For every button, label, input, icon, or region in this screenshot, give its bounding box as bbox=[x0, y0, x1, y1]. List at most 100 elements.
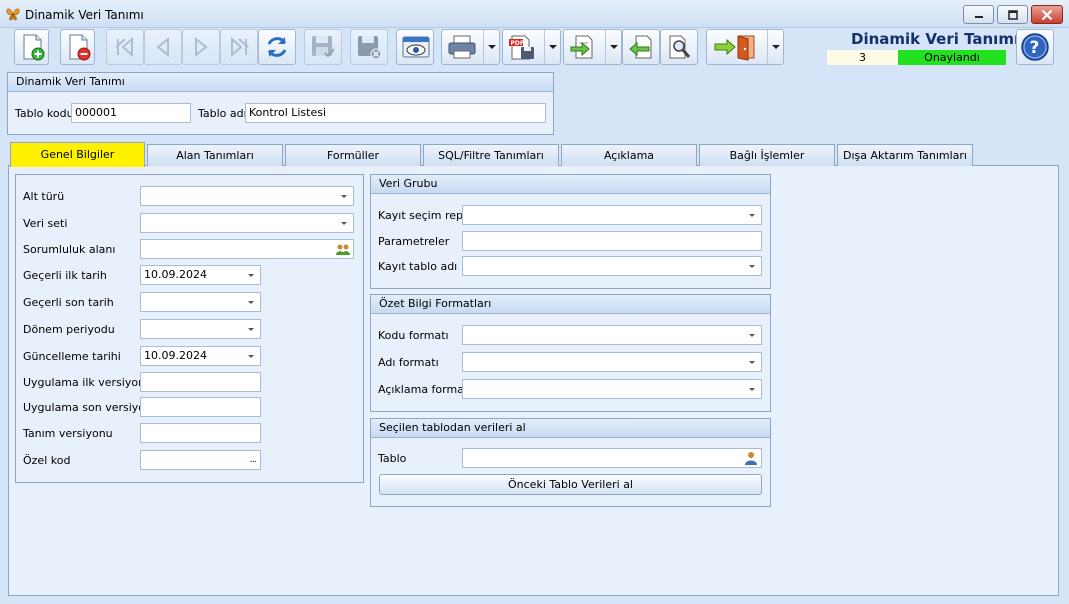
uygulama-son-versiyon-label: Uygulama son versiyon bbox=[23, 401, 152, 414]
uygulama-son-versiyon-input[interactable] bbox=[140, 397, 261, 417]
tab-aciklama[interactable]: Açıklama bbox=[561, 144, 697, 166]
save-cancel-icon bbox=[358, 36, 382, 60]
help-button[interactable]: ? bbox=[1016, 29, 1054, 65]
export-pdf-icon: PDF bbox=[509, 35, 534, 60]
window-title: Dinamik Veri Tanımı bbox=[25, 8, 144, 22]
onceki-tablo-verileri-al-button[interactable]: Önceki Tablo Verileri al bbox=[379, 474, 762, 495]
import-arrow-icon bbox=[629, 35, 652, 59]
tablo-label: Tablo bbox=[378, 452, 407, 465]
adi-formati-label: Adı formatı bbox=[378, 356, 439, 369]
ozel-kod-input[interactable]: ... bbox=[140, 450, 261, 470]
kayit-tablo-adi-combo[interactable] bbox=[462, 256, 762, 276]
aciklama-formati-combo[interactable] bbox=[462, 379, 762, 399]
kodu-formati-combo[interactable] bbox=[462, 325, 762, 345]
print-dropdown[interactable] bbox=[483, 30, 499, 64]
new-record-button[interactable] bbox=[14, 29, 49, 65]
save-icon bbox=[312, 36, 335, 58]
print-button[interactable] bbox=[441, 29, 500, 65]
parametreler-input[interactable] bbox=[462, 231, 762, 251]
save-button[interactable] bbox=[304, 29, 342, 65]
first-record-icon bbox=[115, 36, 133, 58]
aciklama-formati-label: Açıklama formatı bbox=[378, 383, 472, 396]
ellipsis-button[interactable]: ... bbox=[249, 451, 256, 469]
search-tools-button[interactable] bbox=[660, 29, 698, 65]
exit-door-icon bbox=[714, 35, 755, 61]
exit-button[interactable] bbox=[706, 29, 784, 65]
definition-group-title: Dinamik Veri Tanımı bbox=[8, 73, 553, 92]
tablo-adi-input[interactable]: Kontrol Listesi bbox=[245, 103, 546, 123]
status-badge: Onaylandı bbox=[898, 50, 1006, 65]
tablo-adi-label: Tablo adı bbox=[198, 107, 247, 120]
tab-bagli-islemler[interactable]: Bağlı İşlemler bbox=[699, 144, 835, 166]
kodu-formati-label: Kodu formatı bbox=[378, 329, 449, 342]
import-button[interactable] bbox=[622, 29, 660, 65]
next-record-icon bbox=[195, 36, 208, 58]
next-record-button[interactable] bbox=[182, 29, 220, 65]
users-lookup-icon[interactable] bbox=[335, 241, 351, 257]
veri-seti-combo[interactable] bbox=[140, 213, 354, 233]
tab-sql-filtre-tanimlari[interactable]: SQL/Filtre Tanımları bbox=[423, 144, 559, 166]
maximize-button[interactable] bbox=[997, 5, 1028, 24]
butterfly-app-icon bbox=[6, 8, 20, 21]
svg-text:?: ? bbox=[1030, 38, 1040, 58]
adi-formati-combo[interactable] bbox=[462, 352, 762, 372]
previous-record-icon bbox=[156, 36, 169, 58]
help-icon: ? bbox=[1021, 33, 1049, 61]
guncelleme-tarihi-input[interactable]: 10.09.2024 bbox=[140, 346, 261, 366]
preview-button[interactable] bbox=[396, 29, 434, 65]
alt-turu-label: Alt türü bbox=[23, 190, 65, 203]
svg-text:PDF: PDF bbox=[511, 40, 524, 47]
tablo-kodu-input[interactable]: 000001 bbox=[71, 103, 191, 123]
kayit-secim-repo-combo[interactable] bbox=[462, 205, 762, 225]
refresh-button[interactable] bbox=[258, 29, 296, 65]
tab-genel-bilgiler[interactable]: Genel Bilgiler bbox=[10, 142, 145, 167]
close-button[interactable] bbox=[1031, 5, 1063, 24]
ozel-kod-label: Özel kod bbox=[23, 454, 71, 467]
kayit-tablo-adi-label: Kayıt tablo adı bbox=[378, 260, 458, 273]
sorumluluk-alani-input[interactable] bbox=[140, 239, 354, 259]
document-transfer-button[interactable] bbox=[563, 29, 622, 65]
donem-periyodu-input[interactable] bbox=[140, 319, 261, 339]
delete-record-button[interactable] bbox=[60, 29, 95, 65]
minimize-icon bbox=[974, 15, 983, 18]
preview-icon bbox=[402, 36, 430, 58]
tanim-versiyonu-label: Tanım versiyonu bbox=[23, 427, 113, 440]
maximize-icon bbox=[1007, 9, 1018, 20]
export-pdf-button[interactable]: PDF bbox=[502, 29, 561, 65]
title-bar: Dinamik Veri Tanımı bbox=[0, 0, 1069, 28]
export-pdf-dropdown[interactable] bbox=[544, 30, 560, 64]
gecerli-son-tarih-label: Geçerli son tarih bbox=[23, 296, 114, 309]
alt-turu-combo[interactable] bbox=[140, 186, 354, 206]
gecerli-son-tarih-input[interactable] bbox=[140, 292, 261, 312]
parametreler-label: Parametreler bbox=[378, 235, 450, 248]
exit-dropdown[interactable] bbox=[767, 30, 783, 64]
guncelleme-tarihi-label: Güncelleme tarihi bbox=[23, 350, 121, 363]
new-document-icon bbox=[23, 34, 45, 61]
document-arrow-icon bbox=[570, 35, 593, 59]
minimize-button[interactable] bbox=[963, 5, 994, 24]
uygulama-ilk-versiyon-input[interactable] bbox=[140, 372, 261, 392]
tanim-versiyonu-input[interactable] bbox=[140, 423, 261, 443]
tab-formuller[interactable]: Formüller bbox=[285, 144, 421, 166]
save-cancel-button[interactable] bbox=[350, 29, 388, 65]
previous-record-button[interactable] bbox=[144, 29, 182, 65]
tab-disa-aktarim-tanimlari[interactable]: Dışa Aktarım Tanımları bbox=[837, 144, 973, 166]
uygulama-ilk-versiyon-label: Uygulama ilk versiyon bbox=[23, 376, 146, 389]
tablo-kodu-label: Tablo kodu bbox=[15, 107, 74, 120]
donem-periyodu-label: Dönem periyodu bbox=[23, 323, 115, 336]
tablo-lookup-input[interactable] bbox=[462, 448, 762, 468]
document-transfer-dropdown[interactable] bbox=[605, 30, 621, 64]
last-record-button[interactable] bbox=[220, 29, 258, 65]
search-tools-icon bbox=[669, 35, 691, 59]
first-record-button[interactable] bbox=[106, 29, 144, 65]
form-header-title: Dinamik Veri Tanımı bbox=[851, 30, 1020, 48]
sorumluluk-alani-label: Sorumluluk alanı bbox=[23, 243, 116, 256]
user-lookup-icon[interactable] bbox=[743, 450, 759, 466]
tab-alan-tanimlari[interactable]: Alan Tanımları bbox=[147, 144, 283, 166]
veri-grubu-title: Veri Grubu bbox=[371, 175, 770, 194]
kayit-secim-repo-label: Kayıt seçim repo bbox=[378, 209, 470, 222]
gecerli-ilk-tarih-input[interactable]: 10.09.2024 bbox=[140, 265, 261, 285]
print-icon bbox=[448, 35, 476, 59]
refresh-icon bbox=[267, 37, 287, 57]
last-record-icon bbox=[231, 36, 249, 58]
